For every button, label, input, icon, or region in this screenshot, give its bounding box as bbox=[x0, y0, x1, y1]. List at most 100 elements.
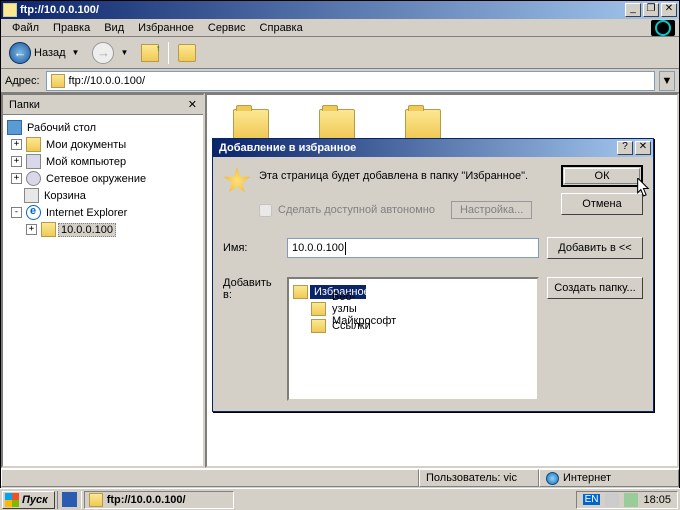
folder-icon bbox=[405, 109, 441, 139]
menu-help[interactable]: Справка bbox=[253, 20, 310, 36]
taskbar: Пуск ftp://10.0.0.100/ EN 18:05 bbox=[0, 488, 680, 510]
back-dropdown-icon[interactable]: ▼ bbox=[69, 48, 83, 57]
status-zone: Интернет bbox=[539, 469, 679, 487]
menu-favorites[interactable]: Избранное bbox=[131, 20, 201, 36]
toolbar: ← Назад ▼ → ▼ bbox=[1, 37, 679, 69]
menu-tools[interactable]: Сервис bbox=[201, 20, 253, 36]
expand-icon[interactable]: + bbox=[11, 139, 22, 150]
ie-throbber-icon bbox=[651, 20, 675, 36]
taskbar-task[interactable]: ftp://10.0.0.100/ bbox=[84, 491, 234, 509]
folder-up-icon bbox=[141, 44, 159, 62]
address-dropdown[interactable]: ▼ bbox=[659, 71, 675, 91]
toolbar-separator bbox=[168, 42, 169, 64]
minimize-button[interactable]: _ bbox=[625, 3, 641, 17]
back-button[interactable]: ← Назад ▼ bbox=[5, 41, 86, 65]
expand-icon[interactable]: + bbox=[11, 156, 22, 167]
tray-icon[interactable] bbox=[605, 493, 619, 507]
dialog-help-button[interactable]: ? bbox=[617, 141, 633, 155]
collapse-icon[interactable]: - bbox=[11, 207, 22, 218]
menu-view[interactable]: Вид bbox=[97, 20, 131, 36]
system-tray: EN 18:05 bbox=[576, 491, 678, 509]
folder-icon bbox=[233, 109, 269, 139]
tree-item-network[interactable]: +Сетевое окружение bbox=[5, 170, 201, 187]
create-folder-button[interactable]: Создать папку... bbox=[547, 277, 643, 299]
menu-edit[interactable]: Правка bbox=[46, 20, 97, 36]
folders-panel-title: Папки bbox=[9, 99, 40, 111]
address-value: ftp://10.0.0.100/ bbox=[69, 75, 145, 87]
menu-file[interactable]: Файл bbox=[5, 20, 46, 36]
start-button[interactable]: Пуск bbox=[2, 491, 55, 509]
back-label: Назад bbox=[34, 47, 66, 59]
status-main bbox=[1, 469, 419, 487]
folder-icon bbox=[311, 319, 326, 333]
forward-dropdown-icon[interactable]: ▼ bbox=[117, 48, 131, 57]
tree-item-desktop[interactable]: Рабочий стол bbox=[5, 119, 201, 136]
network-icon bbox=[26, 171, 41, 186]
search-button[interactable] bbox=[174, 41, 200, 65]
tree-item-mydocs[interactable]: +Мои документы bbox=[5, 136, 201, 153]
statusbar: Пользователь: vic Интернет bbox=[1, 468, 679, 488]
address-label: Адрес: bbox=[5, 75, 42, 87]
folders-panel: Папки ✕ Рабочий стол +Мои документы +Мой… bbox=[1, 93, 205, 468]
addto-button[interactable]: Добавить в << bbox=[547, 237, 643, 259]
folder-icon bbox=[41, 222, 56, 237]
menubar: Файл Правка Вид Избранное Сервис Справка bbox=[1, 19, 679, 37]
tree-item-ftp[interactable]: +10.0.0.100 bbox=[5, 221, 201, 238]
desktop-icon bbox=[7, 120, 22, 135]
name-input[interactable]: 10.0.0.100 bbox=[287, 238, 539, 258]
back-arrow-icon: ← bbox=[9, 42, 31, 64]
folder-icon bbox=[293, 285, 308, 299]
addressbar: Адрес: ftp://10.0.0.100/ ▼ bbox=[1, 69, 679, 93]
window-icon bbox=[3, 3, 17, 17]
panel-close-button[interactable]: ✕ bbox=[188, 98, 197, 111]
clock[interactable]: 18:05 bbox=[643, 494, 671, 506]
addin-label: Добавить в: bbox=[223, 277, 279, 301]
add-favorite-dialog: Добавление в избранное ? ✕ Эта страница … bbox=[212, 138, 654, 412]
close-button[interactable]: ✕ bbox=[661, 3, 677, 17]
globe-icon bbox=[546, 472, 559, 485]
search-icon bbox=[178, 44, 196, 62]
fav-tree-ms[interactable]: Веб-узлы Майкрософт bbox=[291, 300, 535, 317]
folder-icon bbox=[26, 137, 41, 152]
ok-button[interactable]: ОК bbox=[561, 165, 643, 187]
task-label: ftp://10.0.0.100/ bbox=[107, 494, 186, 506]
setup-button: Настройка... bbox=[451, 201, 532, 219]
cancel-button[interactable]: Отмена bbox=[561, 193, 643, 215]
favorites-tree[interactable]: Избранное Веб-узлы Майкрософт Ссылки bbox=[287, 277, 539, 401]
volume-icon[interactable] bbox=[624, 493, 638, 507]
dialog-close-button[interactable]: ✕ bbox=[635, 141, 651, 155]
offline-checkbox bbox=[259, 204, 272, 217]
folder-tree[interactable]: Рабочий стол +Мои документы +Мой компьют… bbox=[3, 115, 203, 466]
language-indicator[interactable]: EN bbox=[583, 494, 601, 505]
tree-item-bin[interactable]: Корзина bbox=[5, 187, 201, 204]
tree-item-mycomputer[interactable]: +Мой компьютер bbox=[5, 153, 201, 170]
folders-panel-header: Папки ✕ bbox=[3, 95, 203, 115]
folder-icon bbox=[319, 109, 355, 139]
address-icon bbox=[51, 74, 65, 88]
expand-icon[interactable]: + bbox=[26, 224, 37, 235]
window-title: ftp://10.0.0.100/ bbox=[20, 4, 625, 16]
show-desktop-icon[interactable] bbox=[62, 492, 77, 507]
titlebar[interactable]: ftp://10.0.0.100/ _ ❐ ✕ bbox=[1, 1, 679, 19]
quick-launch bbox=[57, 491, 82, 509]
ie-icon bbox=[26, 205, 41, 220]
dialog-titlebar[interactable]: Добавление в избранное ? ✕ bbox=[213, 139, 653, 157]
task-icon bbox=[89, 493, 103, 507]
tree-item-ie[interactable]: -Internet Explorer bbox=[5, 204, 201, 221]
forward-arrow-icon: → bbox=[92, 42, 114, 64]
star-icon bbox=[223, 167, 251, 195]
address-input[interactable]: ftp://10.0.0.100/ bbox=[46, 71, 655, 91]
status-user: Пользователь: vic bbox=[419, 469, 539, 487]
folder-icon bbox=[311, 302, 326, 316]
recycle-bin-icon bbox=[24, 188, 39, 203]
fav-tree-links[interactable]: Ссылки bbox=[291, 317, 535, 334]
start-label: Пуск bbox=[22, 494, 48, 506]
expand-icon[interactable]: + bbox=[11, 173, 22, 184]
restore-button[interactable]: ❐ bbox=[643, 3, 659, 17]
name-label: Имя: bbox=[223, 242, 279, 254]
up-button[interactable] bbox=[137, 41, 163, 65]
forward-button[interactable]: → ▼ bbox=[88, 41, 135, 65]
offline-label: Сделать доступной автономно bbox=[278, 204, 435, 216]
dialog-title: Добавление в избранное bbox=[215, 142, 617, 154]
windows-flag-icon bbox=[5, 493, 19, 507]
